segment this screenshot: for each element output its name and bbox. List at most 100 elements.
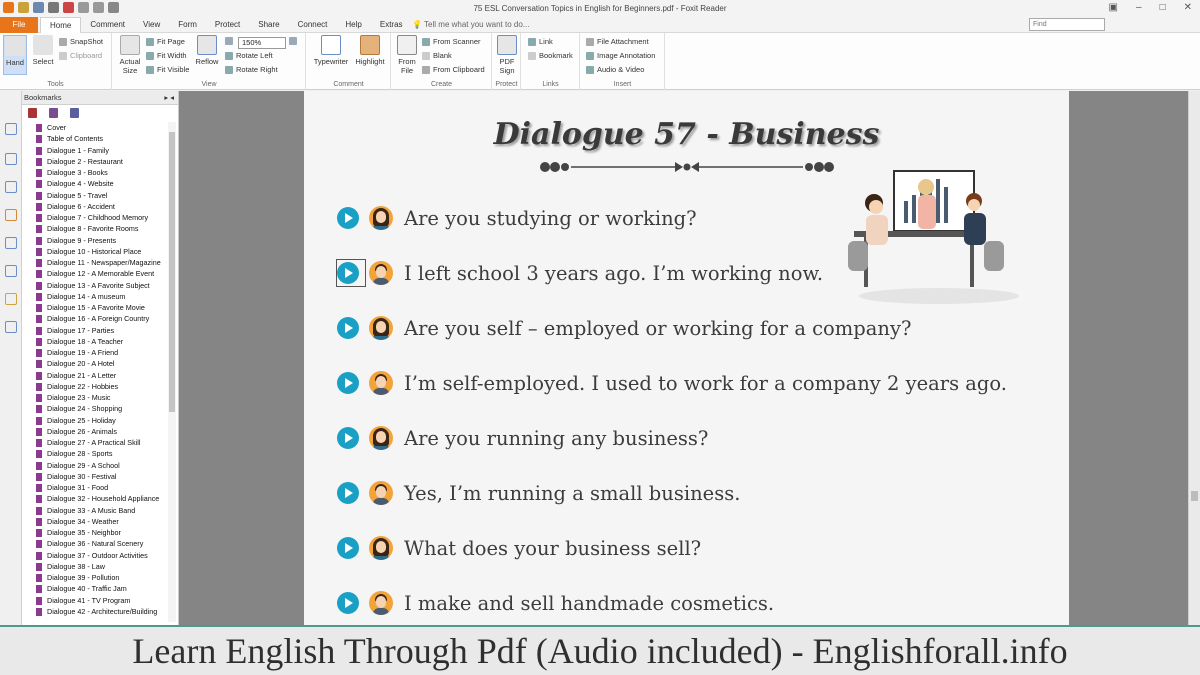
fit-page-button[interactable]: Fit Page — [146, 37, 185, 46]
play-audio-icon[interactable] — [337, 592, 359, 614]
bookmark-options-icon[interactable] — [70, 108, 79, 118]
bookmark-scrollbar[interactable] — [168, 122, 176, 622]
pages-icon[interactable] — [5, 123, 17, 135]
typewriter-button[interactable]: Typewriter — [311, 35, 351, 66]
attachments-icon[interactable] — [5, 237, 17, 249]
rotate-left-button[interactable]: Rotate Left — [225, 51, 273, 60]
zoom-out-button[interactable] — [225, 37, 233, 45]
play-audio-icon[interactable] — [337, 482, 359, 504]
bookmark-expand-icon[interactable] — [49, 108, 58, 118]
from-scanner-button[interactable]: From Scanner — [422, 37, 481, 46]
bookmark-item[interactable]: Dialogue 31 - Food — [22, 482, 169, 493]
bookmark-item[interactable]: Dialogue 16 - A Foreign Country — [22, 313, 169, 324]
bookmark-item[interactable]: Dialogue 20 - A Hotel — [22, 358, 169, 369]
tab-protect[interactable]: Protect — [206, 17, 249, 33]
stack-icon[interactable] — [5, 181, 17, 193]
bookmark-item[interactable]: Dialogue 2 - Restaurant — [22, 156, 169, 167]
tab-view[interactable]: View — [134, 17, 169, 33]
bookmark-scroll-thumb[interactable] — [169, 132, 175, 412]
bookmark-item[interactable]: Dialogue 4 - Website — [22, 178, 169, 189]
tab-share[interactable]: Share — [249, 17, 288, 33]
bookmark-item[interactable]: Dialogue 38 - Law — [22, 561, 169, 572]
tab-help[interactable]: Help — [336, 17, 370, 33]
zoom-in-button[interactable] — [289, 37, 297, 45]
tab-form[interactable]: Form — [169, 17, 206, 33]
help-icon[interactable]: ▣ — [1109, 2, 1118, 13]
bookmark-item[interactable]: Dialogue 18 - A Teacher — [22, 336, 169, 347]
fit-width-button[interactable]: Fit Width — [146, 51, 187, 60]
bookmark-button[interactable]: Bookmark — [528, 51, 573, 60]
maximize-button[interactable]: □ — [1160, 2, 1166, 13]
pdf-sign-button[interactable]: PDF Sign — [495, 35, 519, 75]
bookmark-item[interactable]: Dialogue 42 - Architecture/Building — [22, 606, 169, 617]
bookmark-item[interactable]: Dialogue 15 - A Favorite Movie — [22, 302, 169, 313]
bookmark-delete-icon[interactable] — [28, 108, 37, 118]
bookmark-item[interactable]: Dialogue 1 - Family — [22, 145, 169, 156]
tab-home[interactable]: Home — [40, 17, 82, 33]
comments-icon[interactable] — [5, 209, 17, 221]
play-audio-icon[interactable] — [337, 207, 359, 229]
tab-connect[interactable]: Connect — [289, 17, 337, 33]
bookmark-item[interactable]: Dialogue 28 - Sports — [22, 448, 169, 459]
bookmark-item[interactable]: Dialogue 27 - A Practical Skill — [22, 437, 169, 448]
bookmark-item[interactable]: Dialogue 5 - Travel — [22, 190, 169, 201]
signature-icon[interactable] — [5, 265, 17, 277]
reflow-button[interactable]: Reflow — [193, 35, 221, 66]
zoom-select[interactable]: 150% — [238, 37, 286, 49]
play-audio-icon[interactable] — [337, 537, 359, 559]
fit-visible-button[interactable]: Fit Visible — [146, 65, 189, 74]
layers-icon[interactable] — [5, 153, 17, 165]
document-scrollbar[interactable] — [1188, 91, 1200, 625]
play-audio-icon[interactable] — [337, 317, 359, 339]
link-button[interactable]: Link — [528, 37, 553, 46]
bookmark-item[interactable]: Dialogue 23 - Music — [22, 392, 169, 403]
minimize-button[interactable]: – — [1136, 2, 1142, 13]
bookmark-item[interactable]: Dialogue 33 - A Music Band — [22, 505, 169, 516]
bookmark-item[interactable]: Dialogue 17 - Parties — [22, 325, 169, 336]
actual-size-button[interactable]: Actual Size — [117, 35, 143, 75]
bookmark-item[interactable]: Dialogue 26 - Animals — [22, 426, 169, 437]
bookmark-item[interactable]: Dialogue 3 - Books — [22, 167, 169, 178]
bookmark-item[interactable]: Dialogue 6 - Accident — [22, 201, 169, 212]
bookmark-item[interactable]: Dialogue 36 - Natural Scenery — [22, 538, 169, 549]
bookmark-item[interactable]: Dialogue 14 - A museum — [22, 291, 169, 302]
tab-comment[interactable]: Comment — [81, 17, 134, 33]
bookmark-item[interactable]: Dialogue 8 - Favorite Rooms — [22, 223, 169, 234]
document-scroll-thumb[interactable] — [1191, 491, 1198, 501]
bookmark-item[interactable]: Table of Contents — [22, 133, 169, 144]
document-viewer[interactable]: Dialogue 57 - Business Are you studying … — [179, 91, 1188, 625]
play-audio-icon[interactable] — [337, 427, 359, 449]
panel-collapse-icon[interactable]: ▸ ◂ — [164, 91, 174, 105]
tell-me-search[interactable]: 💡 Tell me what you want to do... — [412, 20, 529, 29]
file-attachment-button[interactable]: File Attachment — [586, 37, 649, 46]
bookmark-item[interactable]: Dialogue 9 - Presents — [22, 235, 169, 246]
bookmark-item[interactable]: Cover — [22, 122, 169, 133]
from-clipboard-button[interactable]: From Clipboard — [422, 65, 485, 74]
clipboard-button[interactable]: Clipboard — [59, 51, 102, 60]
bookmark-item[interactable]: Dialogue 30 - Festival — [22, 471, 169, 482]
highlight-button[interactable]: Highlight — [353, 35, 387, 66]
select-button[interactable]: Select — [30, 35, 56, 66]
bookmark-item[interactable]: Dialogue 40 - Traffic Jam — [22, 583, 169, 594]
bookmark-item[interactable]: Dialogue 7 - Childhood Memory — [22, 212, 169, 223]
blank-button[interactable]: Blank — [422, 51, 452, 60]
tools-icon[interactable] — [5, 321, 17, 333]
bookmark-item[interactable]: Dialogue 25 - Holiday — [22, 415, 169, 426]
lock-icon[interactable] — [5, 293, 17, 305]
bookmark-item[interactable]: Dialogue 24 - Shopping — [22, 403, 169, 414]
snapshot-button[interactable]: SnapShot — [59, 37, 103, 46]
image-annotation-button[interactable]: Image Annotation — [586, 51, 655, 60]
bookmark-item[interactable]: Dialogue 12 - A Memorable Event — [22, 268, 169, 279]
play-audio-icon[interactable] — [337, 372, 359, 394]
bookmark-item[interactable]: Dialogue 10 - Historical Place — [22, 246, 169, 257]
bookmark-item[interactable]: Dialogue 35 - Neighbor — [22, 527, 169, 538]
from-file-button[interactable]: From File — [395, 35, 419, 75]
close-button[interactable]: ✕ — [1184, 2, 1192, 13]
bookmark-item[interactable]: Dialogue 21 - A Letter — [22, 370, 169, 381]
bookmark-item[interactable]: Dialogue 29 - A School — [22, 460, 169, 471]
rotate-right-button[interactable]: Rotate Right — [225, 65, 278, 74]
bookmark-item[interactable]: Dialogue 39 - Pollution — [22, 572, 169, 583]
bookmark-item[interactable]: Dialogue 19 - A Friend — [22, 347, 169, 358]
bookmark-item[interactable]: Dialogue 34 - Weather — [22, 516, 169, 527]
audio-video-button[interactable]: Audio & Video — [586, 65, 644, 74]
